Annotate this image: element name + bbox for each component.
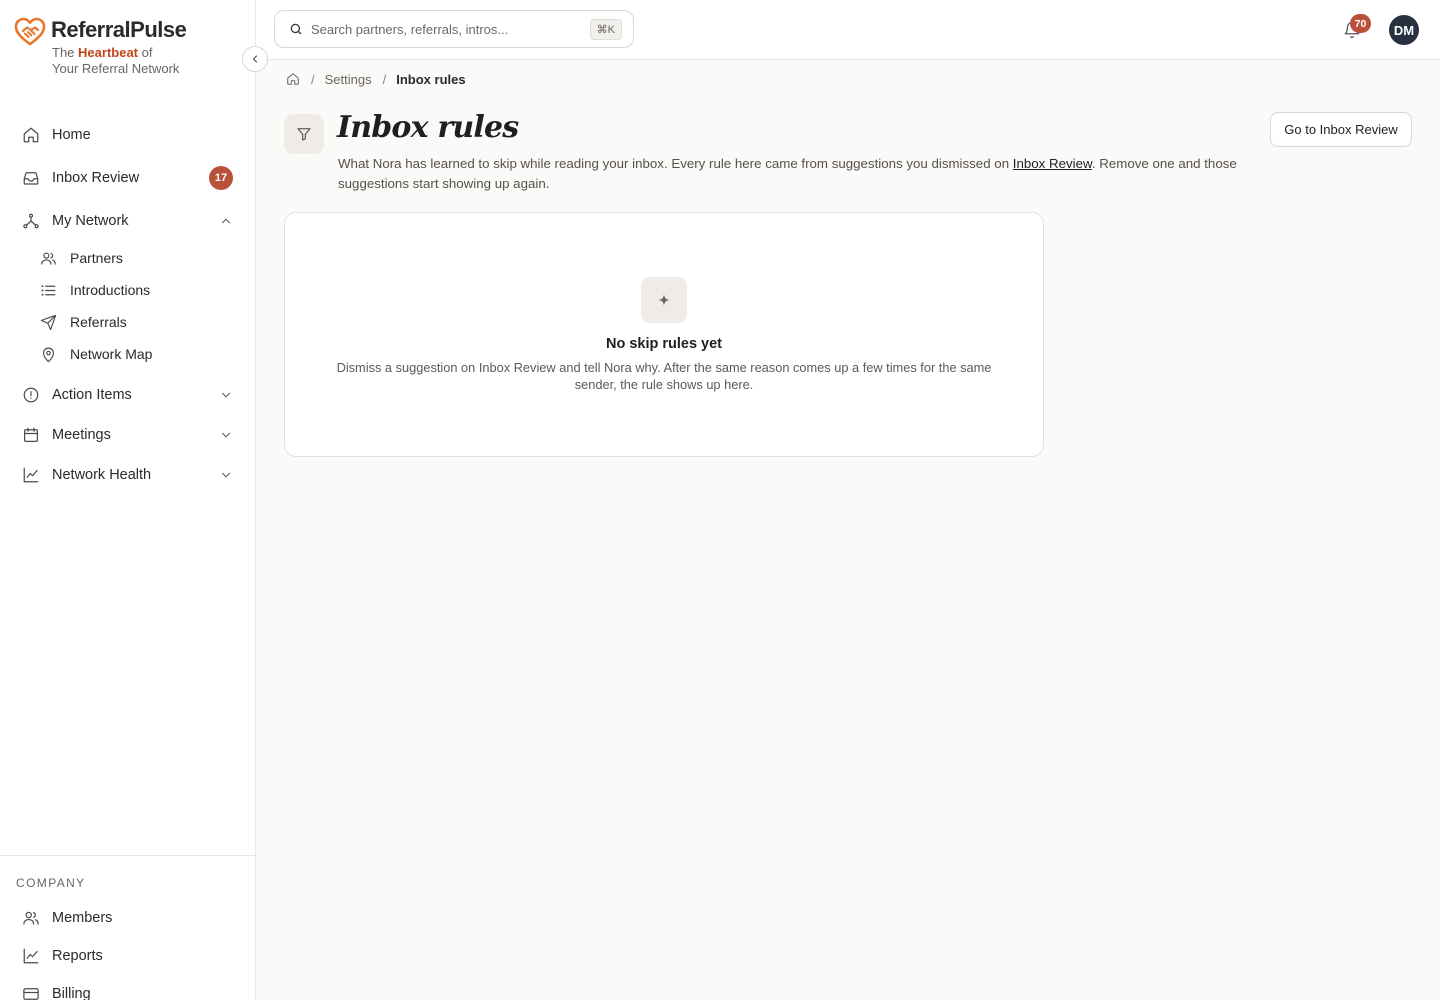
inbox-icon bbox=[23, 172, 39, 185]
sidebar-item-referrals[interactable]: Referrals bbox=[30, 307, 243, 337]
sidebar-item-label: Meetings bbox=[52, 427, 111, 443]
sidebar-item-label: Network Map bbox=[70, 346, 153, 362]
sidebar-item-action-items[interactable]: Action Items bbox=[12, 376, 243, 414]
breadcrumb-current: Inbox rules bbox=[396, 71, 466, 87]
notification-count-badge: 70 bbox=[1350, 14, 1371, 33]
breadcrumb-separator: / bbox=[311, 71, 315, 87]
send-icon bbox=[40, 314, 57, 330]
sidebar-item-label: Members bbox=[52, 910, 113, 926]
sidebar-item-label: Reports bbox=[52, 948, 103, 964]
chevron-down-icon[interactable] bbox=[219, 388, 233, 402]
sidebar: ReferralPulse The Heartbeat of Your Refe… bbox=[0, 0, 256, 1000]
collapse-sidebar-button[interactable] bbox=[242, 46, 268, 72]
empty-state-description: Dismiss a suggestion on Inbox Review and… bbox=[336, 360, 992, 392]
sidebar-item-billing[interactable]: Billing bbox=[12, 975, 243, 1000]
tagline-mid: of bbox=[141, 45, 153, 60]
search-input[interactable] bbox=[311, 21, 581, 37]
alert-circle-icon bbox=[23, 387, 39, 403]
sidebar-item-label: Action Items bbox=[52, 387, 132, 403]
users-icon bbox=[41, 252, 56, 265]
sidebar-item-label: Referrals bbox=[70, 314, 127, 330]
users-icon bbox=[23, 911, 39, 925]
calendar-icon bbox=[24, 427, 38, 442]
heart-handshake-logo-icon bbox=[14, 17, 46, 46]
chart-line-icon bbox=[23, 948, 39, 964]
sidebar-item-network-health[interactable]: Network Health bbox=[12, 456, 243, 494]
sidebar-item-network-map[interactable]: Network Map bbox=[30, 339, 243, 369]
sidebar-item-label: My Network bbox=[52, 213, 129, 229]
sidebar-item-label: Home bbox=[52, 127, 91, 143]
topbar: ⌘K 70 DM bbox=[256, 0, 1440, 60]
tagline-line2: Your Referral Network bbox=[52, 61, 180, 76]
sidebar-item-label: Introductions bbox=[70, 282, 151, 298]
home-icon[interactable] bbox=[286, 72, 300, 86]
breadcrumb-settings[interactable]: Settings bbox=[325, 72, 372, 87]
map-pin-icon bbox=[42, 347, 55, 362]
filter-icon bbox=[297, 128, 311, 141]
sidebar-item-introductions[interactable]: Introductions bbox=[30, 275, 243, 305]
brand-name: ReferralPulse bbox=[51, 17, 187, 42]
chevron-down-icon[interactable] bbox=[219, 468, 233, 482]
company-section: COMPANY Members Reports Billing bbox=[0, 855, 255, 1000]
page-title: Inbox rules bbox=[337, 110, 519, 145]
empty-state-card: No skip rules yet Dismiss a suggestion o… bbox=[284, 212, 1044, 457]
inbox-count-badge: 17 bbox=[209, 166, 233, 190]
user-avatar[interactable]: DM bbox=[1389, 15, 1419, 45]
chevron-up-icon[interactable] bbox=[219, 214, 233, 228]
brand-tagline: The Heartbeat of Your Referral Network bbox=[52, 45, 179, 77]
home-icon bbox=[23, 127, 39, 143]
sidebar-item-label: Inbox Review bbox=[52, 170, 140, 186]
breadcrumb-separator: / bbox=[382, 71, 387, 87]
sidebar-item-meetings[interactable]: Meetings bbox=[12, 416, 243, 454]
sidebar-item-label: Billing bbox=[52, 986, 91, 1000]
sparkle-icon bbox=[658, 294, 670, 306]
search-icon bbox=[290, 23, 302, 35]
search-box[interactable]: ⌘K bbox=[274, 10, 634, 48]
empty-state-icon bbox=[641, 277, 687, 323]
sidebar-item-my-network[interactable]: My Network bbox=[12, 202, 243, 240]
sidebar-item-partners[interactable]: Partners bbox=[30, 243, 243, 273]
search-shortcut-hint: ⌘K bbox=[589, 19, 622, 40]
chevron-down-icon[interactable] bbox=[219, 428, 233, 442]
page-icon bbox=[284, 114, 324, 154]
sidebar-item-members[interactable]: Members bbox=[12, 899, 243, 937]
sidebar-item-label: Network Health bbox=[52, 467, 152, 483]
page-description: What Nora has learned to skip while read… bbox=[338, 154, 1278, 194]
page-description-pre: What Nora has learned to skip while read… bbox=[338, 156, 1013, 171]
sidebar-item-reports[interactable]: Reports bbox=[12, 937, 243, 975]
empty-state-title: No skip rules yet bbox=[605, 336, 723, 352]
sidebar-item-home[interactable]: Home bbox=[12, 116, 243, 154]
sidebar-item-label: Partners bbox=[70, 250, 123, 266]
credit-card-icon bbox=[23, 988, 39, 1000]
breadcrumb: / Settings / Inbox rules bbox=[286, 70, 466, 88]
chart-line-icon bbox=[23, 467, 39, 483]
company-section-title: COMPANY bbox=[16, 876, 86, 890]
list-icon bbox=[41, 284, 56, 296]
network-icon bbox=[23, 213, 39, 229]
tagline-pre: The bbox=[52, 45, 75, 60]
sidebar-item-inbox-review[interactable]: Inbox Review 17 bbox=[12, 159, 243, 197]
inbox-review-link[interactable]: Inbox Review bbox=[1013, 156, 1092, 171]
go-to-inbox-review-button[interactable]: Go to Inbox Review bbox=[1270, 112, 1412, 147]
chevron-left-icon bbox=[253, 55, 257, 63]
tagline-highlight: Heartbeat bbox=[78, 45, 138, 60]
